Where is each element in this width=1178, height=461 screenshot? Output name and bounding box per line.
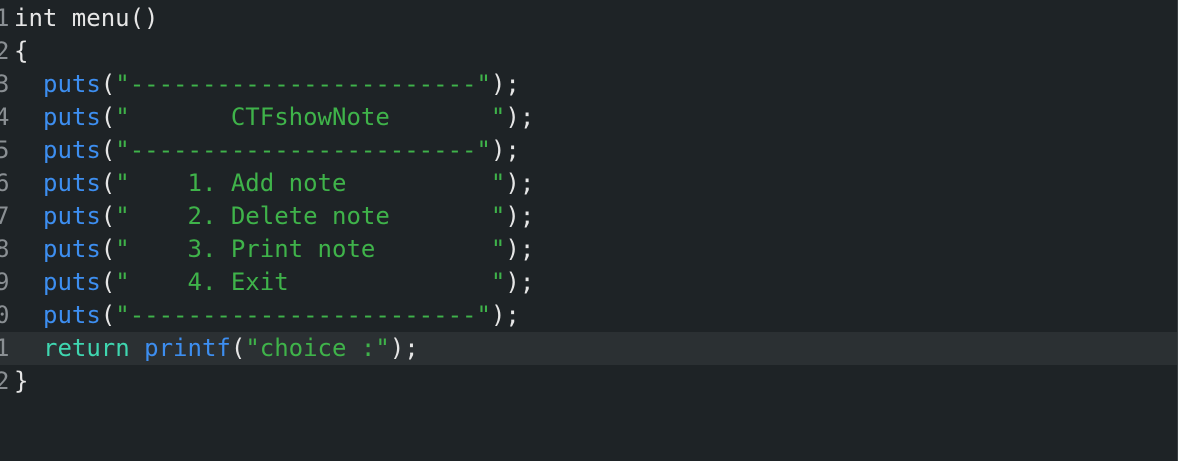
function-call: puts [43, 169, 101, 197]
string-literal: " CTFshowNote " [115, 103, 506, 131]
string-literal: " 2. Delete note " [115, 202, 506, 230]
line-number: 7 [0, 202, 10, 230]
code-text: puts(" 1. Add note "); [43, 169, 535, 197]
code-text: puts("------------------------"); [43, 70, 520, 98]
line-number: 2 [0, 37, 10, 65]
string-literal: "------------------------" [115, 301, 491, 329]
function-call: puts [43, 268, 101, 296]
line-number: 4 [0, 103, 10, 131]
function-call: puts [43, 301, 101, 329]
code-line-2[interactable]: 2 { [0, 35, 1178, 68]
code-line-8[interactable]: 8 puts(" 3. Print note "); [0, 233, 1178, 266]
code-text: puts("------------------------"); [43, 136, 520, 164]
function-signature: int menu() [14, 4, 159, 32]
code-text: int menu() [14, 2, 159, 35]
line-number: 2 [0, 367, 10, 395]
string-literal: "choice :" [245, 334, 390, 362]
code-text: return printf("choice :"); [43, 334, 419, 362]
function-call: puts [43, 235, 101, 263]
string-literal: "------------------------" [115, 70, 491, 98]
function-call: puts [43, 136, 101, 164]
code-text: puts(" 3. Print note "); [43, 235, 535, 263]
code-line-3[interactable]: 3 puts("------------------------"); [0, 68, 1178, 101]
line-number: 8 [0, 235, 10, 263]
line-number: 0 [0, 301, 10, 329]
code-text: } [14, 365, 28, 398]
code-text: puts(" CTFshowNote "); [43, 103, 535, 131]
code-line-11-current[interactable]: 1 return printf("choice :"); [0, 332, 1178, 365]
line-number: 3 [0, 70, 10, 98]
line-number: 6 [0, 169, 10, 197]
string-literal: "------------------------" [115, 136, 491, 164]
function-call: printf [144, 334, 231, 362]
open-brace: { [14, 37, 29, 65]
code-line-4[interactable]: 4 puts(" CTFshowNote "); [0, 101, 1178, 134]
code-text: { [14, 35, 28, 68]
string-literal: " 4. Exit " [115, 268, 506, 296]
string-literal: " 1. Add note " [115, 169, 506, 197]
string-literal: " 3. Print note " [115, 235, 506, 263]
code-line-10[interactable]: 0 puts("------------------------"); [0, 299, 1178, 332]
line-number: 9 [0, 268, 10, 296]
close-brace: } [14, 367, 29, 395]
function-call: puts [43, 103, 101, 131]
code-line-6[interactable]: 6 puts(" 1. Add note "); [0, 167, 1178, 200]
code-editor[interactable]: 1 int menu() 2 { 3 puts("---------------… [0, 0, 1178, 461]
code-line-12[interactable]: 2 } [0, 365, 1178, 398]
code-line-9[interactable]: 9 puts(" 4. Exit "); [0, 266, 1178, 299]
keyword: return [43, 334, 130, 362]
code-line-5[interactable]: 5 puts("------------------------"); [0, 134, 1178, 167]
function-call: puts [43, 70, 101, 98]
line-number: 1 [0, 334, 10, 362]
code-line-7[interactable]: 7 puts(" 2. Delete note "); [0, 200, 1178, 233]
code-text: puts(" 2. Delete note "); [43, 202, 535, 230]
code-text: puts(" 4. Exit "); [43, 268, 535, 296]
line-number: 5 [0, 136, 10, 164]
code-line-1[interactable]: 1 int menu() [0, 2, 1178, 35]
function-call: puts [43, 202, 101, 230]
line-number: 1 [0, 4, 10, 32]
code-text: puts("------------------------"); [43, 301, 520, 329]
